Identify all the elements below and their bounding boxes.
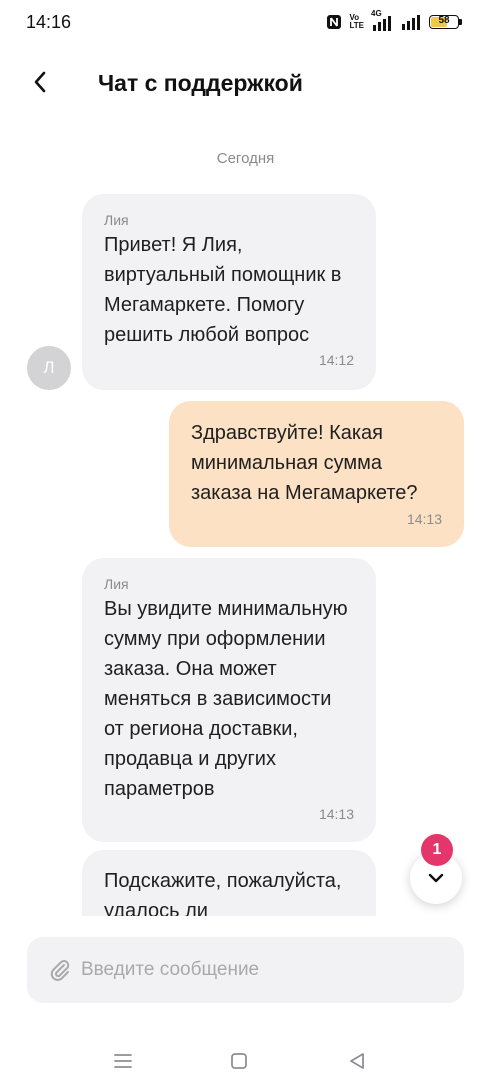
sender-name: Лия xyxy=(104,576,129,592)
attach-button[interactable] xyxy=(47,957,73,983)
message-text: Привет! Я Лия, виртуальный помощник в Ме… xyxy=(104,234,342,346)
message-bubble-outgoing[interactable]: Здравствуйте! Какая минимальная сумма за… xyxy=(169,401,464,547)
menu-icon xyxy=(114,1054,132,1068)
battery-tip xyxy=(459,19,462,25)
signal-bars-2-icon xyxy=(402,15,420,30)
battery-level: 58 xyxy=(438,15,450,26)
avatar: Л xyxy=(27,346,71,390)
sender-name: Лия xyxy=(104,212,129,228)
chevron-down-icon xyxy=(428,873,444,883)
message-bubble-incoming[interactable]: Лия Привет! Я Лия, виртуальный помощник … xyxy=(82,194,376,390)
chat-messages[interactable]: Сегодня Лия Привет! Я Лия, виртуальный п… xyxy=(0,130,491,916)
message-text: Здравствуйте! Какая минимальная сумма за… xyxy=(191,422,418,504)
paperclip-icon xyxy=(50,959,70,981)
date-separator: Сегодня xyxy=(216,150,275,167)
message-bubble-incoming[interactable]: Подскажите, пожалуйста, удалось ли xyxy=(82,850,376,916)
signal-bars-icon xyxy=(373,16,391,31)
volte-icon: Vo LTE xyxy=(349,14,364,30)
message-bubble-incoming[interactable]: Лия Вы увидите минимальную сумму при офо… xyxy=(82,558,376,842)
message-time: 14:13 xyxy=(406,511,442,527)
status-bar: 14:16 Vo LTE 4G 58 xyxy=(0,0,491,44)
recent-apps-button[interactable] xyxy=(110,1048,136,1074)
message-input[interactable] xyxy=(81,947,451,993)
message-composer xyxy=(27,937,464,1003)
message-time: 14:12 xyxy=(318,352,354,368)
system-nav-bar xyxy=(0,1040,491,1080)
back-triangle-icon xyxy=(350,1053,364,1069)
battery-icon: 58 xyxy=(429,15,462,29)
home-button[interactable] xyxy=(226,1048,252,1074)
message-text: Вы увидите минимальную сумму при оформле… xyxy=(104,598,348,800)
unread-count-badge: 1 xyxy=(421,834,453,866)
message-time: 14:13 xyxy=(318,806,354,822)
nfc-icon xyxy=(327,15,342,29)
home-square-icon xyxy=(231,1053,247,1069)
status-icons: Vo LTE 4G 58 xyxy=(326,9,462,32)
chevron-left-icon xyxy=(34,71,46,93)
back-button[interactable] xyxy=(22,64,58,100)
system-back-button[interactable] xyxy=(344,1048,370,1074)
signal-4g-icon: 4G xyxy=(371,9,393,31)
chat-header: Чат с поддержкой xyxy=(0,50,491,116)
volte-bottom-text: LTE xyxy=(349,21,364,30)
status-time: 14:16 xyxy=(26,12,72,32)
message-text: Подскажите, пожалуйста, удалось ли xyxy=(104,870,342,916)
page-title: Чат с поддержкой xyxy=(98,70,303,96)
